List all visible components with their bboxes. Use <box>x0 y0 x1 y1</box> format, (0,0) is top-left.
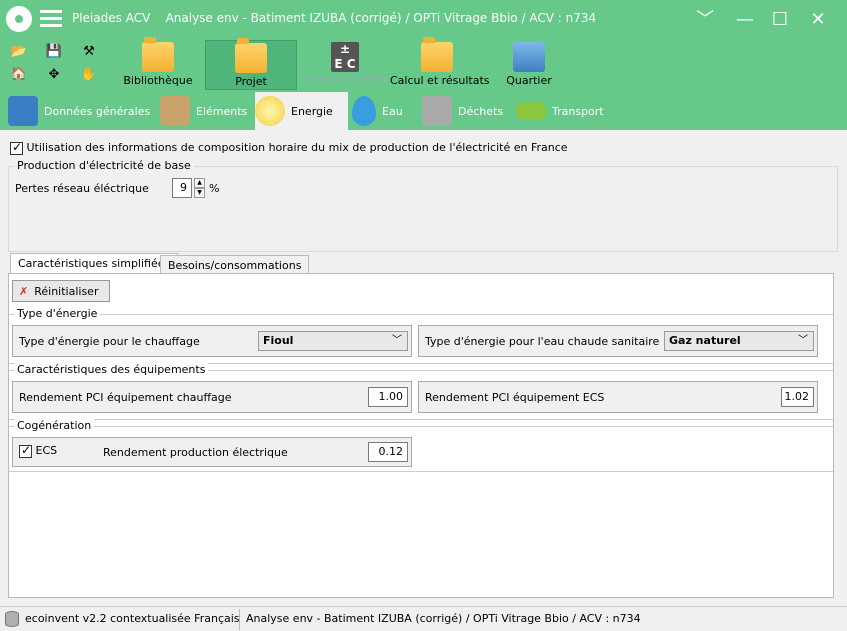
ecs-checkbox-label: ECS <box>35 444 58 457</box>
spin-up-icon[interactable]: ▲ <box>194 178 205 188</box>
base-production-legend: Production d'électricité de base <box>14 159 194 172</box>
ribbon-bibliotheque-button[interactable]: Bibliothèque <box>118 37 198 90</box>
window-title: Analyse env - Batiment IZUBA (corrigé) /… <box>165 11 597 25</box>
house-icon <box>160 96 190 126</box>
tab-donnees-generales[interactable]: Données générales <box>8 92 156 130</box>
car-icon <box>516 102 546 120</box>
dhw-energy-label: Type d'énergie pour l'eau chaude sanitai… <box>425 335 660 348</box>
dhw-energy-row: Type d'énergie pour l'eau chaude sanitai… <box>418 325 818 357</box>
ribbon-calcul-button[interactable]: Calcul et résultats <box>390 37 490 90</box>
hourly-mix-row: Utilisation des informations de composit… <box>10 140 568 155</box>
heating-energy-select[interactable]: Fioul ﹀ <box>258 331 408 351</box>
tools-icon[interactable]: ⚒ <box>80 43 98 61</box>
subtab-caracteristiques[interactable]: Caractéristiques simplifiées <box>10 253 179 275</box>
network-loss-input[interactable]: 9 <box>172 178 192 198</box>
ribbon-enveloppe-button[interactable]: ± E C Enveloppe du bâtiment <box>302 40 388 90</box>
tab-elements[interactable]: Eléments <box>160 92 252 130</box>
ribbon-quartier-button[interactable]: Quartier <box>498 40 560 90</box>
tab-energie[interactable]: Energie <box>255 92 348 130</box>
dhw-energy-select[interactable]: Gaz naturel ﹀ <box>664 331 814 351</box>
save-icon[interactable]: 💾 <box>45 43 63 61</box>
general-data-icon <box>8 96 38 126</box>
chevron-down-icon: ﹀ <box>798 335 808 346</box>
heating-efficiency-input[interactable]: 1.00 <box>368 387 408 407</box>
hand-icon[interactable]: ✋ <box>80 66 98 84</box>
cogeneration-row: ECS Rendement production électrique 0.12 <box>12 437 412 467</box>
heating-energy-label: Type d'énergie pour le chauffage <box>19 335 200 348</box>
ribbon: 📂 💾 ⚒ 🏠 ✥ ✋ Bibliothèque Projet ± E C Env… <box>0 37 847 92</box>
maximize-button[interactable]: ☐ <box>765 6 795 34</box>
status-bar: ecoinvent v2.2 contextualisée Français A… <box>0 606 847 631</box>
network-loss-label: Pertes réseau éléctrique <box>15 182 149 195</box>
equipment-legend: Caractéristiques des équipements <box>14 363 209 376</box>
project-path: Analyse env - Batiment IZUBA (corrigé) /… <box>246 612 641 625</box>
water-drop-icon <box>352 96 376 126</box>
tab-dechets[interactable]: Déchets <box>422 92 512 130</box>
district-icon <box>513 42 545 72</box>
cogeneration-group: Cogénération ECS Rendement production él… <box>9 419 833 472</box>
folder-books-icon <box>142 37 174 72</box>
app-name: Pleiades ACV <box>72 11 151 25</box>
ribbon-projet-button[interactable]: Projet <box>205 38 297 90</box>
heating-efficiency-label: Rendement PCI équipement chauffage <box>19 391 232 404</box>
hourly-mix-label: Utilisation des informations de composit… <box>26 141 568 154</box>
energy-type-legend: Type d'énergie <box>14 307 101 320</box>
ec-calculator-icon: ± E C <box>331 42 359 72</box>
close-button[interactable]: ✕ <box>803 6 833 34</box>
folder-results-icon <box>421 37 453 72</box>
hourly-mix-checkbox[interactable] <box>10 140 23 155</box>
subtab-besoins[interactable]: Besoins/consommations <box>160 255 310 275</box>
chevron-down-icon[interactable]: ﹀ <box>690 6 720 34</box>
lightbulb-icon <box>255 96 285 126</box>
elec-production-label: Rendement production électrique <box>103 446 288 459</box>
hamburger-menu-icon[interactable] <box>40 10 62 28</box>
elec-production-input[interactable]: 0.12 <box>368 442 408 462</box>
spin-down-icon[interactable]: ▼ <box>194 188 205 198</box>
energy-type-group: Type d'énergie Type d'énergie pour le ch… <box>9 307 833 364</box>
navigate-icon[interactable]: ✥ <box>45 66 63 84</box>
ecs-checkbox[interactable] <box>19 443 32 458</box>
title-bar: Pleiades ACV Analyse env - Batiment IZUB… <box>0 0 847 40</box>
base-production-group: Production d'électricité de base Pertes … <box>8 159 838 252</box>
home-icon[interactable]: 🏠 <box>10 66 28 84</box>
minimize-button[interactable]: — <box>730 6 760 34</box>
database-icon <box>5 611 19 627</box>
ecs-checkbox-wrap: ECS <box>19 443 58 458</box>
trash-can-icon <box>422 96 452 126</box>
dhw-efficiency-input[interactable]: 1.02 <box>781 387 814 407</box>
network-loss-unit: % <box>209 182 220 195</box>
folder-house-icon <box>235 38 267 73</box>
heating-energy-row: Type d'énergie pour le chauffage Fioul ﹀ <box>12 325 412 357</box>
chevron-down-icon: ﹀ <box>392 335 402 346</box>
dhw-efficiency-label: Rendement PCI équipement ECS <box>425 391 605 404</box>
equipment-group: Caractéristiques des équipements Rendeme… <box>9 363 833 420</box>
cogeneration-legend: Cogénération <box>14 419 95 432</box>
module-tabs: Données générales Eléments Energie Eau D… <box>0 92 847 130</box>
reset-button[interactable]: ✗ Réinitialiser <box>12 280 110 302</box>
database-name: ecoinvent v2.2 contextualisée Français <box>25 612 240 625</box>
energie-panel: Utilisation des informations de composit… <box>0 130 847 605</box>
heating-efficiency-row: Rendement PCI équipement chauffage 1.00 <box>12 381 412 413</box>
dhw-efficiency-row: Rendement PCI équipement ECS 1.02 <box>418 381 818 413</box>
tab-transport[interactable]: Transport <box>516 92 612 130</box>
tab-eau[interactable]: Eau <box>352 92 418 130</box>
open-folder-icon[interactable]: 📂 <box>10 43 28 61</box>
reset-icon: ✗ <box>19 284 29 298</box>
app-logo-icon[interactable] <box>6 6 32 32</box>
status-divider <box>239 609 240 630</box>
characteristics-panel: ✗ Réinitialiser Type d'énergie Type d'én… <box>8 273 834 598</box>
